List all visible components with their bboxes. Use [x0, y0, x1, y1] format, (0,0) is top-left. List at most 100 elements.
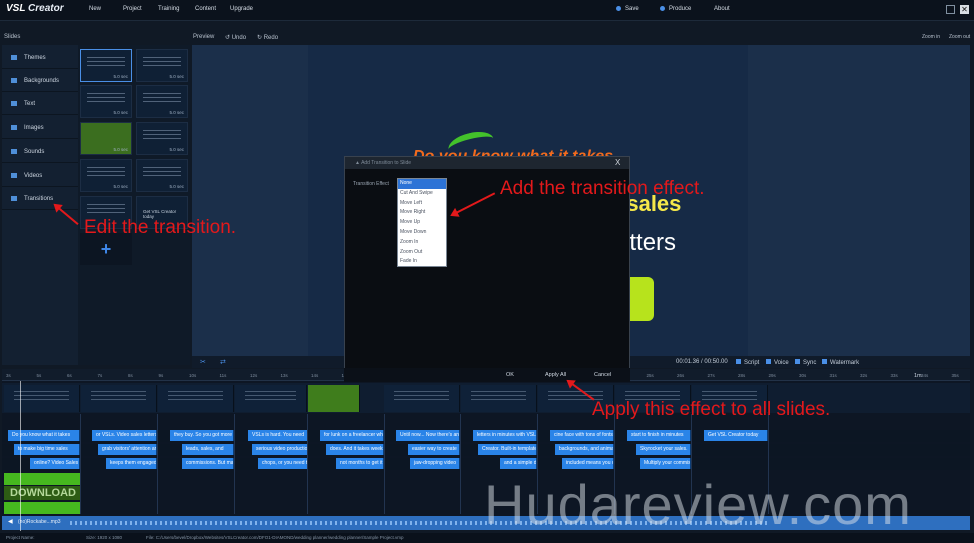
menu-about[interactable]: About [714, 6, 730, 12]
cut-icon[interactable]: ✂ [200, 358, 206, 366]
timeline-slide[interactable] [384, 385, 460, 412]
text-segment[interactable]: leads, sales, and [182, 444, 234, 455]
undo-button[interactable]: ↺ Undo [225, 34, 246, 41]
option-zoom-out[interactable]: Zoom Out [398, 248, 446, 258]
option-cut-and-swipe[interactable]: Cut And Swipe [398, 189, 446, 199]
slides-heading: Slides [4, 34, 21, 40]
menu-content[interactable]: Content [195, 6, 216, 12]
timeline-slide[interactable] [308, 385, 360, 412]
option-zoom-in[interactable]: Zoom In [398, 238, 446, 248]
playhead[interactable] [20, 381, 21, 531]
annotation-add: Add the transition effect. [500, 178, 705, 199]
redo-button[interactable]: ↻ Redo [257, 34, 278, 41]
slide-thumb[interactable]: 5.0 sec [80, 49, 132, 82]
text-segment[interactable]: Skyrocket your sales. [636, 444, 691, 455]
text-segment[interactable]: not months to get it m [336, 458, 384, 469]
text-segment[interactable]: start to finish in minutes [627, 430, 691, 441]
app-window: VSL Creator New Project Training Content… [0, 0, 974, 543]
script-toggle[interactable]: Script [736, 359, 759, 366]
timeline-end-tick: 1m [914, 373, 922, 379]
text-segment[interactable]: grab visitors' attention and [98, 444, 157, 455]
timeline-tick: 29s [768, 373, 776, 378]
option-move-right[interactable]: Move Right [398, 208, 446, 218]
sync-checkbox [795, 359, 800, 364]
zoom-out-button[interactable]: Zoom out [949, 34, 970, 40]
shuffle-icon[interactable]: ⇄ [220, 358, 226, 366]
text-segment[interactable]: they buy. So you got more [170, 430, 234, 441]
timeline-slide[interactable] [235, 385, 307, 412]
text-segment[interactable]: Creator. Built-in templates [478, 444, 537, 455]
menu-training[interactable]: Training [158, 6, 179, 12]
cancel-button[interactable]: Cancel [594, 372, 611, 378]
menu-new[interactable]: New [89, 6, 101, 12]
apply-all-button[interactable]: Apply All [545, 372, 566, 378]
sidebar-item-backgrounds[interactable]: Backgrounds [2, 70, 78, 92]
text-segment[interactable]: to make big time sales [14, 444, 80, 455]
zoom-in-button[interactable]: Zoom in [922, 34, 940, 40]
text-segment[interactable]: keeps them engaged [106, 458, 157, 469]
timeline-slide[interactable] [4, 385, 80, 412]
timeline-slide[interactable] [461, 385, 537, 412]
text-segment[interactable]: backgrounds, and animations [555, 444, 614, 455]
ok-button[interactable]: OK [506, 372, 514, 378]
text-segment[interactable]: included means you c [562, 458, 614, 469]
text-segment[interactable]: serious video production [252, 444, 308, 455]
sidebar: Themes Backgrounds Text Images Sounds Vi… [2, 45, 78, 365]
slide-thumb[interactable]: 5.0 sec [80, 122, 132, 155]
menu-upgrade[interactable]: Upgrade [230, 6, 253, 12]
text-segment[interactable]: cine face with tons of fonts [550, 430, 614, 441]
slide-thumb[interactable]: 5.0 sec [80, 159, 132, 192]
option-none[interactable]: None [398, 179, 446, 189]
image-track-item[interactable] [4, 473, 80, 485]
timeline-slide[interactable] [81, 385, 157, 412]
text-segment[interactable]: easier way to create [408, 444, 460, 455]
image-track-item[interactable] [4, 502, 80, 514]
text-segment[interactable]: and a simple drag an [500, 458, 537, 469]
sidebar-item-themes[interactable]: Themes [2, 47, 78, 69]
option-move-down[interactable]: Move Down [398, 228, 446, 238]
sidebar-item-videos[interactable]: Videos [2, 165, 78, 187]
option-move-up[interactable]: Move Up [398, 218, 446, 228]
timeline-slide[interactable] [158, 385, 234, 412]
close-window-button[interactable]: ✕ [960, 5, 969, 14]
menu-project[interactable]: Project [123, 6, 142, 12]
transitions-icon [11, 196, 17, 201]
transition-effect-list[interactable]: None Cut And Swipe Move Left Move Right … [397, 178, 447, 267]
text-segment[interactable]: Until now... Now there's an [396, 430, 460, 441]
voice-toggle[interactable]: Voice [766, 359, 789, 366]
sidebar-item-text[interactable]: Text [2, 93, 78, 115]
text-segment[interactable]: Multiply your commis [640, 458, 691, 469]
text-segment[interactable]: letters in minutes with VSL [473, 430, 537, 441]
timeline-tick: 3s [6, 373, 11, 378]
minimize-button[interactable] [946, 5, 955, 14]
slide-thumb[interactable]: 5.0 sec [136, 159, 188, 192]
slide-thumb[interactable]: 5.0 sec [136, 49, 188, 82]
text-segment[interactable]: for lunk on a freelancer who [320, 430, 384, 441]
text-segment[interactable]: commissions. But ma [182, 458, 234, 469]
sidebar-item-transitions[interactable]: Transitions [2, 188, 78, 210]
audio-file-name: (no)Rockabe...mp3 [18, 519, 61, 525]
transition-effect-label: Transition Effect [353, 181, 389, 187]
watermark-toggle[interactable]: Watermark [822, 359, 859, 366]
save-button[interactable]: Save [616, 6, 639, 12]
dialog-close-button[interactable]: X [615, 158, 620, 167]
text-segment[interactable]: VSLs is hard. You need [248, 430, 308, 441]
slide-thumb[interactable]: 5.0 sec [136, 85, 188, 118]
text-segment[interactable]: Do you know what it takes [8, 430, 80, 441]
text-segment[interactable]: chops, or you need to [258, 458, 308, 469]
text-segment[interactable]: jaw-dropping video [410, 458, 460, 469]
option-fade-in[interactable]: Fade In [398, 257, 446, 267]
text-segment[interactable]: does. And it takes weeks [326, 444, 384, 455]
text-segment[interactable]: Get VSL Creator today [704, 430, 768, 441]
sidebar-item-sounds[interactable]: Sounds [2, 141, 78, 163]
sync-toggle[interactable]: Sync [795, 359, 816, 366]
download-image-item[interactable]: DOWNLOAD [4, 486, 80, 500]
text-segment[interactable]: or VSLs. Video sales letters [92, 430, 157, 441]
sidebar-item-images[interactable]: Images [2, 117, 78, 139]
option-move-left[interactable]: Move Left [398, 199, 446, 209]
annotation-edit: Edit the transition. [84, 217, 237, 238]
slide-thumb[interactable]: 5.0 sec [136, 122, 188, 155]
text-segment[interactable]: online? Video Sales L [30, 458, 80, 469]
slide-thumb[interactable]: 5.0 sec [80, 85, 132, 118]
produce-button[interactable]: Produce [660, 6, 691, 12]
